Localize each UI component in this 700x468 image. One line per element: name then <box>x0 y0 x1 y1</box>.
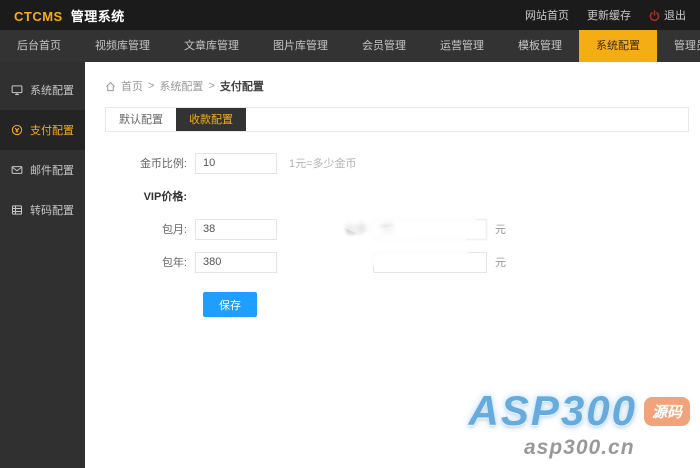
yearly-row: 包年: 元 <box>105 251 690 273</box>
coin-ratio-label: 金币比例: <box>105 155 195 171</box>
logout-label: 退出 <box>664 7 686 23</box>
nav-item-templates[interactable]: 模板管理 <box>501 30 579 62</box>
payment-config-form: 金币比例: 1元=多少金币 VIP价格: 包月: 包季 元 包年: <box>105 152 690 317</box>
breadcrumb: 首页 > 系统配置 > 支付配置 <box>105 78 690 94</box>
quarterly-label: 包季 <box>337 221 373 237</box>
yearly-label: 包年: <box>105 254 195 270</box>
refresh-cache-link[interactable]: 更新缓存 <box>587 7 631 23</box>
nav-item-admins[interactable]: 管理员管理 <box>657 30 700 62</box>
breadcrumb-current-page: 支付配置 <box>220 78 264 94</box>
app-logo: CTCMS 管理系统 <box>14 6 125 25</box>
yuan-suffix: 元 <box>495 254 506 270</box>
vip-price-title: VIP价格: <box>105 188 195 204</box>
breadcrumb-system-config[interactable]: 系统配置 <box>159 78 203 94</box>
second-right-group: 元 <box>337 252 506 273</box>
mail-icon <box>11 164 23 176</box>
nav-item-dashboard[interactable]: 后台首页 <box>0 30 78 62</box>
sidebar-item-label: 邮件配置 <box>30 162 74 178</box>
second-right-price-input[interactable] <box>373 252 487 273</box>
topbar: CTCMS 管理系统 网站首页 更新缓存 退出 <box>0 0 700 30</box>
quarterly-group: 包季 元 <box>337 219 506 240</box>
monthly-quarterly-row: 包月: 包季 元 <box>105 218 690 240</box>
sidebar-item-mail-config[interactable]: 邮件配置 <box>0 150 85 190</box>
tab-default-config[interactable]: 默认配置 <box>106 108 176 131</box>
config-tabs: 默认配置 收款配置 <box>105 107 689 132</box>
save-button[interactable]: 保存 <box>203 292 257 317</box>
nav-item-system-config[interactable]: 系统配置 <box>579 30 657 62</box>
monitor-icon <box>11 84 23 96</box>
coin-ratio-hint: 1元=多少金币 <box>289 155 357 171</box>
nav-item-image-library[interactable]: 图片库管理 <box>256 30 345 62</box>
main-area: 系统配置 支付配置 邮件配置 转码配置 首页 > <box>0 62 700 468</box>
breadcrumb-separator: > <box>148 80 154 92</box>
quarterly-price-input[interactable] <box>373 219 487 240</box>
vip-price-heading-row: VIP价格: <box>105 185 690 207</box>
coin-ratio-row: 金币比例: 1元=多少金币 <box>105 152 690 174</box>
nav-item-video-library[interactable]: 视频库管理 <box>78 30 167 62</box>
topbar-links: 网站首页 更新缓存 退出 <box>525 7 686 23</box>
home-icon <box>105 81 116 92</box>
sidebar-item-transcode-config[interactable]: 转码配置 <box>0 190 85 230</box>
yuan-suffix: 元 <box>495 221 506 237</box>
tab-payment-collection-config[interactable]: 收款配置 <box>176 108 246 131</box>
yearly-price-input[interactable] <box>195 252 277 273</box>
coin-ratio-input[interactable] <box>195 153 277 174</box>
breadcrumb-separator: > <box>208 80 214 92</box>
monthly-label: 包月: <box>105 221 195 237</box>
monthly-price-input[interactable] <box>195 219 277 240</box>
nav-item-operations[interactable]: 运营管理 <box>423 30 501 62</box>
sidebar-item-system-config[interactable]: 系统配置 <box>0 70 85 110</box>
sidebar-item-label: 支付配置 <box>30 122 74 138</box>
main-nav: 后台首页 视频库管理 文章库管理 图片库管理 会员管理 运营管理 模板管理 系统… <box>0 30 700 62</box>
logo-suffix-text: 管理系统 <box>71 9 125 24</box>
sidebar: 系统配置 支付配置 邮件配置 转码配置 <box>0 62 85 468</box>
content-panel: 首页 > 系统配置 > 支付配置 默认配置 收款配置 金币比例: 1元=多少金币… <box>85 62 700 468</box>
sidebar-item-label: 转码配置 <box>30 202 74 218</box>
nav-item-members[interactable]: 会员管理 <box>345 30 423 62</box>
sidebar-item-payment-config[interactable]: 支付配置 <box>0 110 85 150</box>
logout-button[interactable]: 退出 <box>649 7 686 23</box>
logo-brand-text: CTCMS <box>14 9 63 24</box>
power-icon <box>649 10 660 21</box>
coin-icon <box>11 124 23 136</box>
site-home-link[interactable]: 网站首页 <box>525 7 569 23</box>
nav-item-article-library[interactable]: 文章库管理 <box>167 30 256 62</box>
breadcrumb-home[interactable]: 首页 <box>121 78 143 94</box>
sidebar-item-label: 系统配置 <box>30 82 74 98</box>
transcode-icon <box>11 204 23 216</box>
